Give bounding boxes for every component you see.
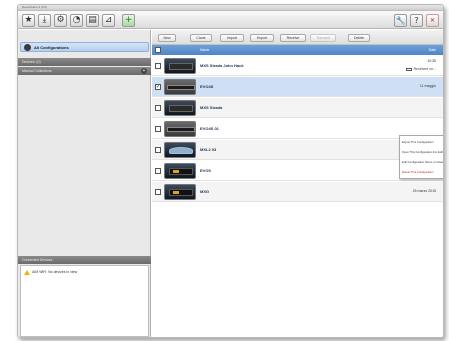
collections-header-label: Manual Collections: [22, 69, 52, 73]
received-icon: [405, 67, 412, 71]
context-menu-item-export[interactable]: Export This Configuration: [402, 138, 443, 146]
warning-icon: [24, 269, 30, 275]
config-status-label: Received on...: [413, 67, 436, 71]
table-row[interactable]: MXS Strada John Hack 10:35 Received on..…: [152, 56, 443, 76]
config-name: EVO5: [200, 168, 211, 173]
export-button[interactable]: Export: [250, 34, 274, 42]
device-thumbnail: [164, 121, 196, 137]
new-button[interactable]: New: [158, 34, 176, 42]
config-name: MXG: [200, 189, 210, 194]
config-name: MXS Strada John Hack: [200, 63, 244, 68]
window-title: RaceStudio 3 (3.0): [22, 5, 48, 9]
table-header: Name Date: [152, 45, 443, 55]
clone-button[interactable]: Clone: [190, 34, 212, 42]
star-icon[interactable]: ★: [22, 14, 35, 27]
dash-icon[interactable]: ◔: [70, 14, 83, 27]
table-row[interactable]: MXG 25 marzo 2015: [152, 182, 443, 202]
config-date: 25 marzo 2015: [412, 189, 436, 193]
config-status: Received on...: [405, 67, 436, 71]
row-checkbox[interactable]: [155, 126, 161, 132]
config-name: MXS Strada: [200, 105, 223, 110]
transmit-button[interactable]: Transmit: [310, 34, 336, 42]
row-checkbox[interactable]: [155, 147, 161, 153]
add-collection-icon[interactable]: +: [141, 68, 147, 74]
device-thumbnail: [164, 58, 196, 74]
column-name[interactable]: Name: [200, 45, 209, 55]
device-thumbnail: [164, 184, 196, 200]
device-thumbnail: [164, 163, 196, 179]
import-button[interactable]: Import: [220, 34, 244, 42]
row-checkbox[interactable]: ✓: [155, 84, 161, 90]
connected-header-label: Connected Devices: [22, 258, 53, 262]
device-thumbnail: [164, 142, 196, 158]
sidebar-item-label: All Configurations: [34, 45, 69, 50]
connected-devices-list: AIM WiFi: No devices in view: [20, 265, 149, 337]
plus-icon[interactable]: +: [122, 14, 135, 27]
config-date: 10:35: [427, 59, 436, 63]
download-icon[interactable]: ⤓: [38, 14, 51, 27]
receive-button[interactable]: Receive: [280, 34, 306, 42]
connected-device-item: AIM WiFi: No devices in view: [24, 269, 77, 275]
column-date[interactable]: Date: [429, 45, 436, 55]
main-toolbar: ★ ⤓ ⚙ ◔ ▤ ⊿ + 🔧 ? ✕: [18, 11, 443, 29]
delete-button[interactable]: Delete: [348, 34, 370, 42]
gear-icon: [24, 44, 31, 51]
help-icon[interactable]: ?: [410, 14, 423, 27]
gear-icon[interactable]: ⚙: [54, 14, 67, 27]
ruler-icon[interactable]: ⊿: [102, 14, 115, 27]
devices-header-label: Devices: (0): [22, 60, 41, 64]
calc-icon[interactable]: ▤: [86, 14, 99, 27]
context-menu-item-delete[interactable]: Delete This Configuration: [402, 168, 443, 176]
table-row[interactable]: ✓ EVO4S 11 maggio: [152, 77, 443, 97]
config-name: EVO4S: [200, 84, 214, 89]
context-menu: Export This Configuration Open This Conf…: [399, 135, 443, 179]
devices-header[interactable]: Devices: (0): [18, 58, 151, 66]
context-menu-item-open[interactable]: Open This Configuration For Editing: [402, 148, 443, 156]
connected-device-label: AIM WiFi: No devices in view: [32, 270, 78, 274]
close-icon[interactable]: ✕: [426, 14, 439, 27]
action-bar: New Clone Import Export Receive Transmit…: [152, 30, 443, 45]
context-menu-item-edit[interactable]: Edit Configuration Name or Notes: [402, 158, 443, 166]
config-name: MXL2 03: [200, 147, 217, 152]
row-checkbox[interactable]: [155, 105, 161, 111]
row-checkbox[interactable]: [155, 189, 161, 195]
row-checkbox[interactable]: [155, 63, 161, 69]
main-panel: New Clone Import Export Receive Transmit…: [152, 30, 443, 337]
device-thumbnail: [164, 100, 196, 116]
manual-collections-header[interactable]: Manual Collections +: [18, 67, 151, 75]
select-all-checkbox[interactable]: [155, 47, 161, 53]
row-checkbox[interactable]: [155, 168, 161, 174]
tool-icon[interactable]: 🔧: [394, 14, 407, 27]
connected-devices-header: Connected Devices: [18, 256, 151, 264]
app-window: RaceStudio 3 (3.0) ★ ⤓ ⚙ ◔ ▤ ⊿ + 🔧 ? ✕ A…: [17, 4, 444, 338]
sidebar-item-all-configurations[interactable]: All Configurations: [20, 42, 149, 52]
config-date: 11 maggio: [419, 84, 436, 88]
config-name: EVO4S 01: [200, 126, 219, 131]
table-row[interactable]: MXS Strada: [152, 98, 443, 118]
device-thumbnail: [164, 79, 196, 95]
sidebar: All Configurations Devices: (0) Manual C…: [18, 30, 151, 337]
